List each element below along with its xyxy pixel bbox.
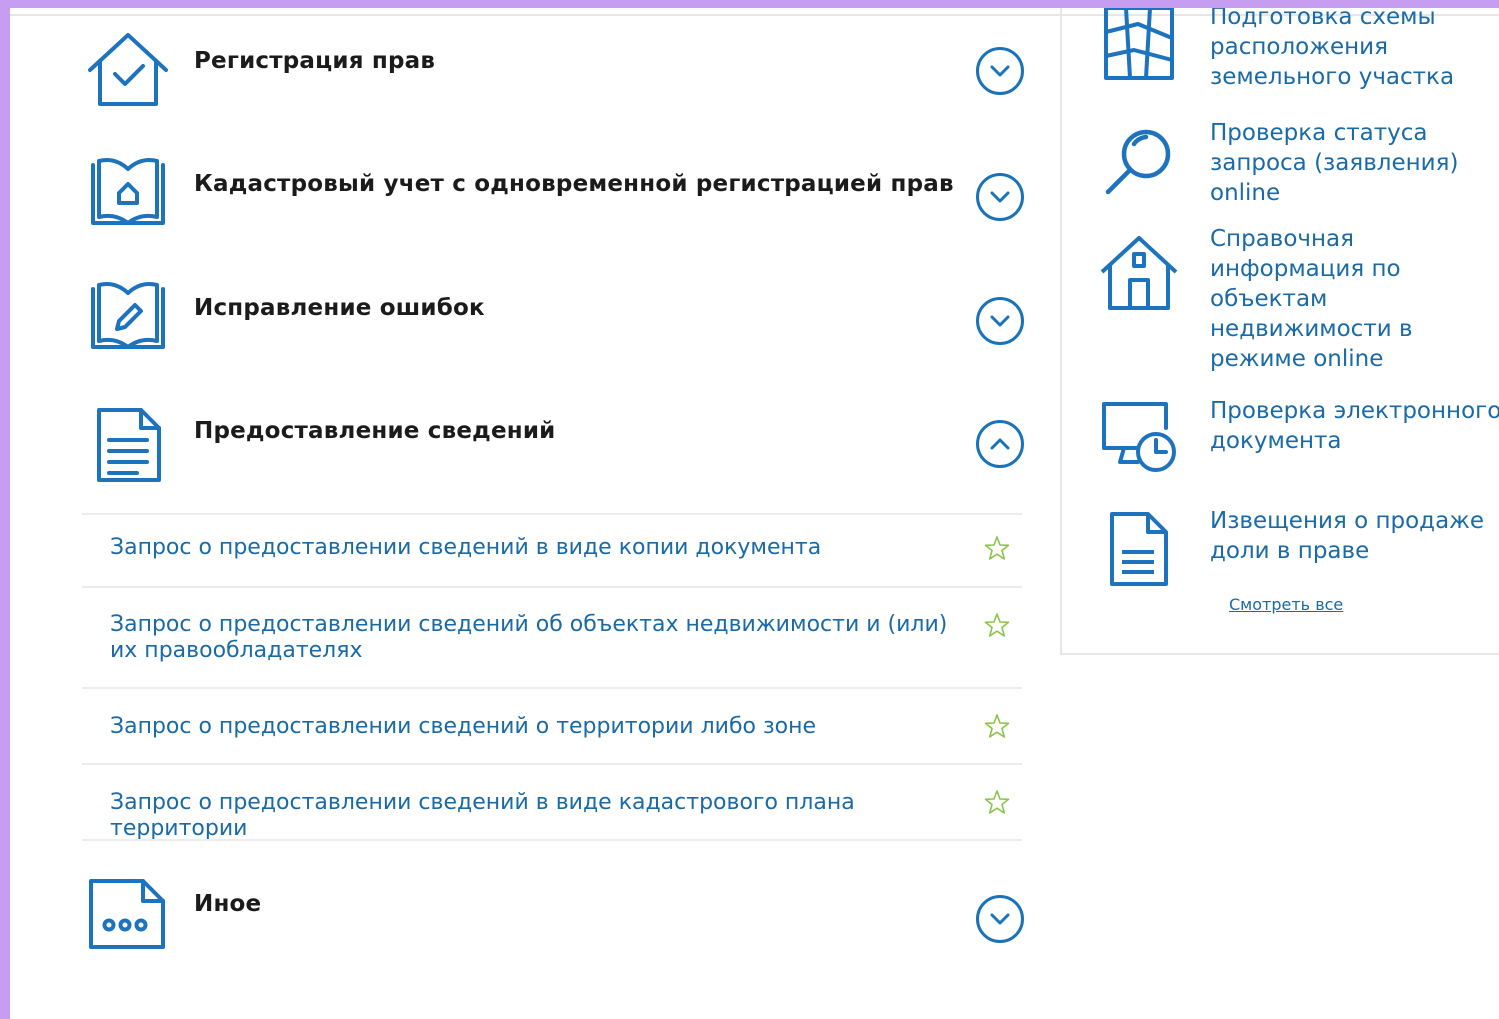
service-link[interactable]: Справочная информация по объектам недвиж… bbox=[1210, 224, 1499, 374]
divider bbox=[82, 839, 1022, 841]
chevron-down-icon bbox=[990, 191, 1010, 203]
monitor-clock-icon bbox=[1098, 398, 1180, 480]
document-dots-icon bbox=[85, 873, 171, 959]
star-icon[interactable] bbox=[984, 535, 1010, 561]
expand-chevron-button[interactable] bbox=[976, 297, 1024, 345]
divider bbox=[82, 513, 1022, 515]
expand-chevron-button[interactable] bbox=[976, 173, 1024, 221]
sub-item-link[interactable]: Запрос о предоставлении сведений об объе… bbox=[110, 612, 970, 664]
divider bbox=[82, 687, 1022, 689]
service-link[interactable]: Проверка статуса запроса (заявления) onl… bbox=[1210, 118, 1499, 208]
chevron-down-icon bbox=[990, 65, 1010, 77]
house-check-icon bbox=[85, 30, 171, 116]
document-icon bbox=[1098, 508, 1180, 590]
category-title: Иное bbox=[194, 891, 262, 917]
page-canvas: Регистрация прав Кадастровый учет с одно… bbox=[10, 8, 1499, 1019]
service-link[interactable]: Проверка электронного документа bbox=[1210, 396, 1499, 456]
sub-item-link[interactable]: Запрос о предоставлении сведений в виде … bbox=[110, 790, 990, 842]
services-panel: Подготовка схемы расположения земельного… bbox=[1060, 8, 1499, 655]
expand-chevron-button[interactable] bbox=[976, 47, 1024, 95]
magnifier-icon bbox=[1098, 122, 1180, 204]
book-house-icon bbox=[85, 153, 171, 239]
chevron-down-icon bbox=[990, 913, 1010, 925]
service-link[interactable]: Извещения о продаже доли в праве bbox=[1210, 506, 1499, 566]
divider bbox=[82, 586, 1022, 588]
star-icon[interactable] bbox=[984, 713, 1010, 739]
category-title: Исправление ошибок bbox=[194, 295, 485, 321]
chevron-up-icon bbox=[990, 438, 1010, 450]
category-title: Регистрация прав bbox=[194, 48, 436, 74]
house-icon bbox=[1098, 232, 1180, 314]
map-grid-icon bbox=[1098, 8, 1180, 84]
collapse-chevron-button[interactable] bbox=[976, 420, 1024, 468]
document-lines-icon bbox=[85, 400, 171, 486]
category-title: Кадастровый учет с одновременной регистр… bbox=[194, 171, 954, 197]
see-all-link[interactable]: Смотреть все bbox=[1229, 595, 1343, 614]
star-icon[interactable] bbox=[984, 612, 1010, 638]
expand-chevron-button[interactable] bbox=[976, 895, 1024, 943]
chevron-down-icon bbox=[990, 315, 1010, 327]
service-link[interactable]: Подготовка схемы расположения земельного… bbox=[1210, 8, 1499, 92]
sub-item-link[interactable]: Запрос о предоставлении сведений в виде … bbox=[110, 535, 970, 561]
book-pencil-icon bbox=[85, 277, 171, 363]
category-title: Предоставление сведений bbox=[194, 418, 556, 444]
divider bbox=[82, 763, 1022, 765]
star-icon[interactable] bbox=[984, 789, 1010, 815]
sub-item-link[interactable]: Запрос о предоставлении сведений о терри… bbox=[110, 714, 970, 740]
